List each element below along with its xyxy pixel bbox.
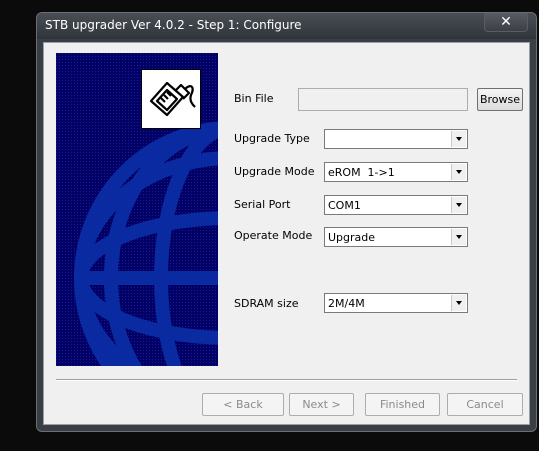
sdram-size-select[interactable]: 2M/4M (324, 293, 468, 313)
bin-file-label: Bin File (234, 92, 274, 105)
wizard-banner (56, 53, 218, 366)
chevron-down-icon[interactable] (451, 197, 466, 213)
window-title: STB upgrader Ver 4.0.2 - Step 1: Configu… (45, 18, 302, 32)
upgrade-type-select[interactable] (324, 129, 468, 149)
upgrade-type-label: Upgrade Type (234, 132, 310, 145)
back-button[interactable]: < Back (202, 393, 284, 416)
browse-button[interactable]: Browse (477, 88, 523, 111)
upgrade-mode-label: Upgrade Mode (234, 165, 315, 178)
serial-port-label: Serial Port (234, 198, 291, 211)
upgrade-mode-select[interactable]: eROM 1->1 (324, 162, 468, 182)
sdram-size-label: SDRAM size (234, 297, 299, 310)
chevron-down-icon[interactable] (451, 295, 466, 311)
bin-file-input[interactable] (298, 88, 468, 111)
button-divider (56, 379, 517, 381)
finished-button[interactable]: Finished (365, 393, 440, 416)
upgrader-window: STB upgrader Ver 4.0.2 - Step 1: Configu… (36, 12, 537, 432)
serial-port-select[interactable]: COM1 (324, 195, 468, 215)
next-button[interactable]: Next > (289, 393, 354, 416)
usb-plug-icon (141, 69, 201, 129)
operate-mode-label: Operate Mode (234, 229, 313, 242)
chevron-down-icon[interactable] (451, 131, 466, 147)
operate-mode-value: Upgrade (328, 231, 376, 244)
cancel-button[interactable]: Cancel (447, 393, 523, 416)
close-button[interactable]: ✕ (484, 13, 528, 32)
dialog-client-area: Bin File Browse Upgrade Type Upgrade Mod… (43, 42, 530, 425)
sdram-size-value: 2M/4M (328, 297, 365, 310)
chevron-down-icon[interactable] (451, 164, 466, 180)
upgrade-mode-value: eROM 1->1 (328, 166, 395, 179)
serial-port-value: COM1 (328, 199, 361, 212)
title-bar[interactable]: STB upgrader Ver 4.0.2 - Step 1: Configu… (37, 13, 536, 39)
operate-mode-select[interactable]: Upgrade (324, 227, 468, 247)
chevron-down-icon[interactable] (451, 229, 466, 245)
